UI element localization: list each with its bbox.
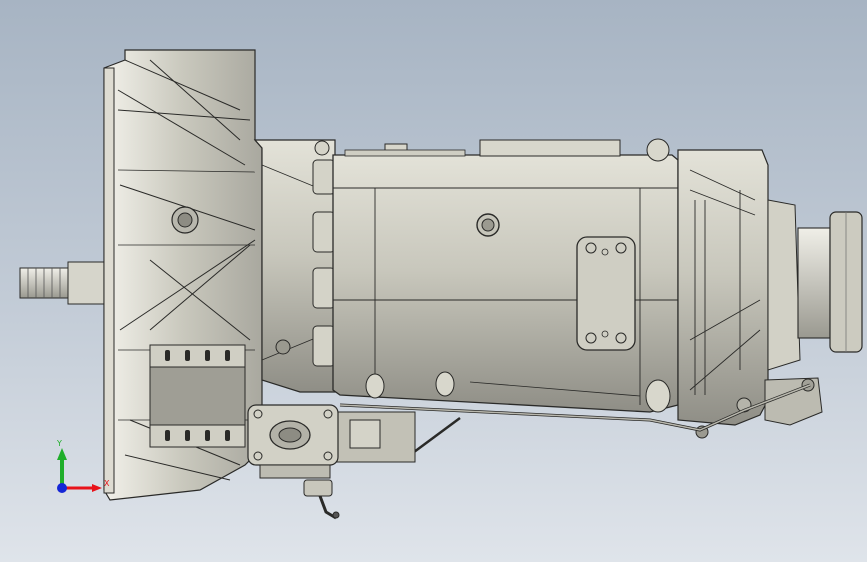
orientation-triad: Y X [48, 439, 110, 494]
triad-y-arrow-icon [57, 448, 67, 460]
input-shaft [19, 261, 107, 305]
intermediate-housing [253, 139, 336, 393]
cad-3d-viewport[interactable]: Y X [0, 0, 867, 562]
bell-housing [103, 49, 263, 501]
triad-y-label: Y [56, 439, 62, 448]
triad-z-axis-icon [57, 483, 67, 493]
main-housing [332, 138, 679, 413]
triad-x-arrow-icon [92, 484, 102, 492]
triad-x-label: X [104, 479, 110, 488]
port-flange [247, 404, 340, 520]
rear-housing [677, 149, 863, 439]
transmission-model[interactable] [0, 0, 867, 562]
